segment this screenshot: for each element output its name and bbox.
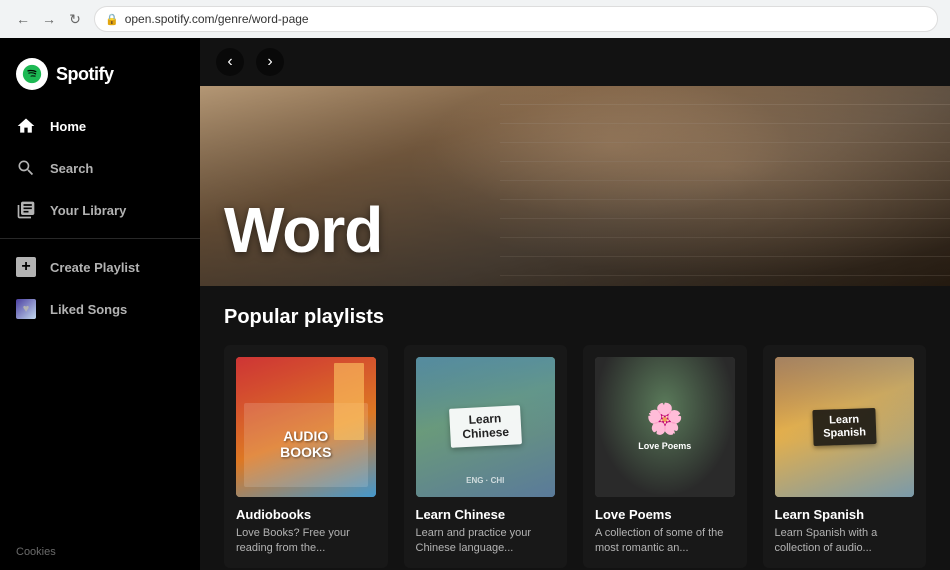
audiobooks-thumb-bg: AUDIOBOOKS xyxy=(236,357,376,497)
browser-nav-buttons: ← → ↻ xyxy=(12,8,86,30)
spotify-logo-icon xyxy=(16,58,48,90)
sidebar-item-liked-songs[interactable]: ♥ Liked Songs xyxy=(8,289,192,329)
playlist-desc-audiobooks: Love Books? Free your reading from the..… xyxy=(236,526,376,557)
sidebar-home-label: Home xyxy=(50,119,86,134)
cookies-label: Cookies xyxy=(0,534,200,570)
playlist-desc-learn-chinese: Learn and practice your Chinese language… xyxy=(416,526,556,557)
learn-spanish-thumb-bg: LearnSpanish xyxy=(775,357,915,497)
learn-chinese-thumb-bg: LearnChinese ENG · CHI xyxy=(416,357,556,497)
sidebar-navigation: Home Search Your Library xyxy=(0,106,200,230)
love-poems-thumb-bg: 🌸 Love Poems xyxy=(595,357,735,497)
playlist-desc-love-poems: A collection of some of the most romanti… xyxy=(595,526,735,557)
playlist-name-love-poems: Love Poems xyxy=(595,507,735,522)
playlist-card-learn-chinese[interactable]: LearnChinese ENG · CHI Learn Chinese Lea… xyxy=(404,345,568,568)
sidebar: Spotify Home Search xyxy=(0,38,200,570)
sidebar-item-create-playlist[interactable]: + Create Playlist xyxy=(8,247,192,287)
nav-back-arrow[interactable]: ‹ xyxy=(216,48,244,76)
playlist-desc-learn-spanish: Learn Spanish with a collection of audio… xyxy=(775,526,915,557)
sidebar-liked-songs-label: Liked Songs xyxy=(50,302,127,317)
sidebar-logo[interactable]: Spotify xyxy=(0,46,200,106)
lock-icon: 🔒 xyxy=(105,13,119,26)
search-icon xyxy=(16,158,36,178)
hero-banner: Word xyxy=(200,86,950,286)
playlist-grid: AUDIOBOOKS Audiobooks Love Books? Free y… xyxy=(224,345,926,568)
playlist-thumb-learn-chinese: LearnChinese ENG · CHI xyxy=(416,357,556,497)
main-header: ‹ › xyxy=(200,38,950,86)
nav-forward-arrow[interactable]: › xyxy=(256,48,284,76)
playlist-name-audiobooks: Audiobooks xyxy=(236,507,376,522)
sidebar-search-label: Search xyxy=(50,161,93,176)
heart-icon: ♥ xyxy=(16,299,36,319)
url-text: open.spotify.com/genre/word-page xyxy=(125,12,309,26)
spotify-name-label: Spotify xyxy=(56,64,114,85)
app-container: Spotify Home Search xyxy=(0,38,950,570)
popular-playlists-section: Popular playlists AUDIOBOOKS Audiobooks xyxy=(200,286,950,570)
browser-reload-button[interactable]: ↻ xyxy=(64,8,86,30)
address-bar[interactable]: 🔒 open.spotify.com/genre/word-page xyxy=(94,6,938,32)
playlist-name-learn-spanish: Learn Spanish xyxy=(775,507,915,522)
playlist-card-love-poems[interactable]: 🌸 Love Poems Love Poems A collection of … xyxy=(583,345,747,568)
sidebar-divider xyxy=(0,238,200,239)
browser-chrome: ← → ↻ 🔒 open.spotify.com/genre/word-page xyxy=(0,0,950,38)
playlist-card-audiobooks[interactable]: AUDIOBOOKS Audiobooks Love Books? Free y… xyxy=(224,345,388,568)
home-icon xyxy=(16,116,36,136)
playlist-thumb-audiobooks: AUDIOBOOKS xyxy=(236,357,376,497)
playlist-thumb-love-poems: 🌸 Love Poems xyxy=(595,357,735,497)
browser-back-button[interactable]: ← xyxy=(12,8,34,30)
browser-forward-button[interactable]: → xyxy=(38,8,60,30)
sidebar-item-search[interactable]: Search xyxy=(8,148,192,188)
plus-icon: + xyxy=(16,257,36,277)
section-title: Popular playlists xyxy=(224,306,926,329)
playlist-name-learn-chinese: Learn Chinese xyxy=(416,507,556,522)
sidebar-actions: + Create Playlist ♥ Liked Songs xyxy=(0,247,200,329)
learn-chinese-sub: ENG · CHI xyxy=(466,476,504,485)
library-icon xyxy=(16,200,36,220)
playlist-card-learn-spanish[interactable]: LearnSpanish Learn Spanish Learn Spanish… xyxy=(763,345,927,568)
sidebar-library-label: Your Library xyxy=(50,203,126,218)
sidebar-item-library[interactable]: Your Library xyxy=(8,190,192,230)
hero-title: Word xyxy=(224,198,382,262)
main-content: ‹ › Word Popular playlists AUDIO xyxy=(200,38,950,570)
playlist-thumb-learn-spanish: LearnSpanish xyxy=(775,357,915,497)
sidebar-item-home[interactable]: Home xyxy=(8,106,192,146)
sidebar-create-playlist-label: Create Playlist xyxy=(50,260,140,275)
